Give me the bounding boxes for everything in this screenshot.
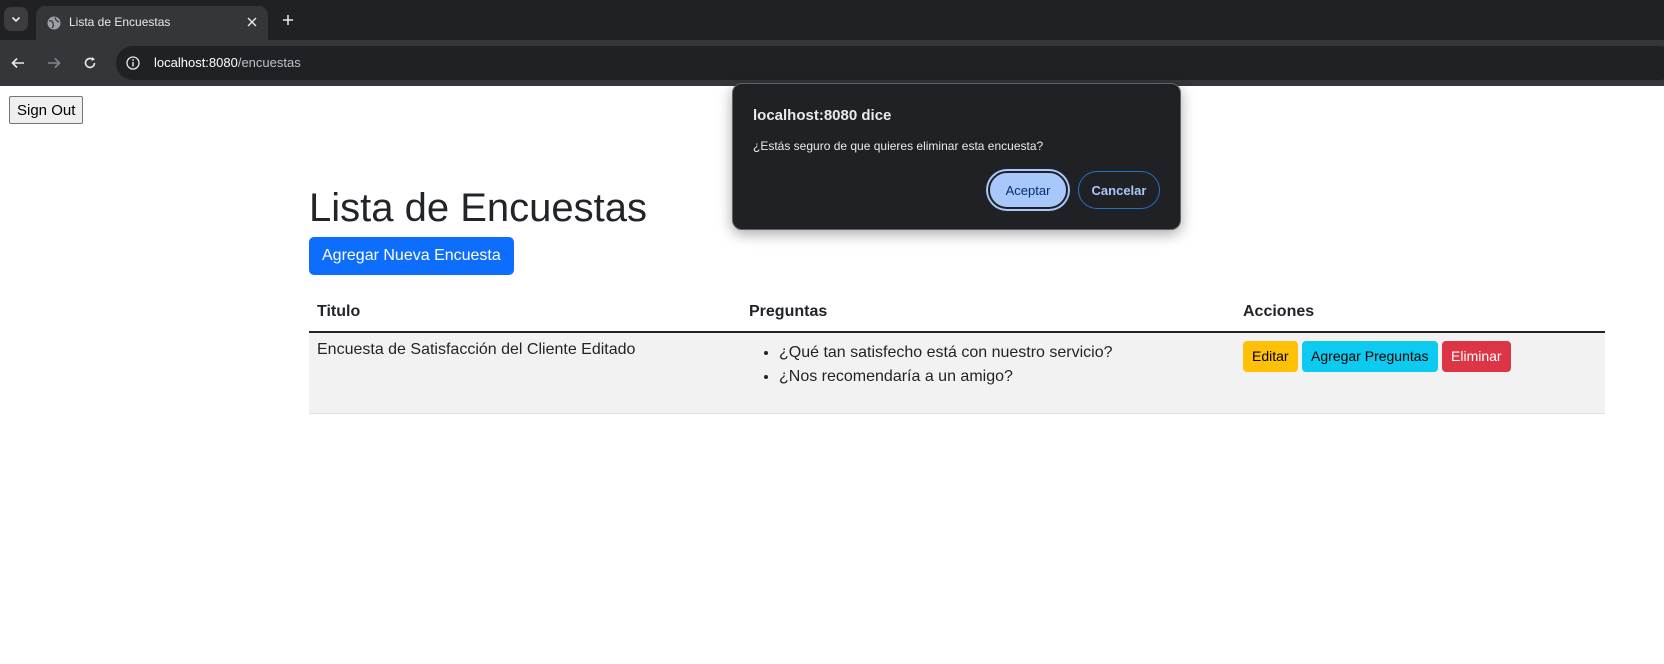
forward-button[interactable]	[43, 52, 65, 74]
survey-actions-cell: Editar Agregar Preguntas Eliminar	[1235, 332, 1605, 414]
browser-tab[interactable]: Lista de Encuestas	[36, 6, 268, 40]
table-row: Encuesta de Satisfacción del Cliente Edi…	[309, 332, 1605, 414]
address-bar[interactable]: localhost:8080/encuestas	[116, 46, 1664, 80]
new-tab-button[interactable]	[278, 10, 298, 30]
tab-close-button[interactable]	[243, 13, 261, 31]
back-button[interactable]	[7, 52, 29, 74]
url-text: localhost:8080/encuestas	[154, 55, 301, 70]
column-header-titulo: Titulo	[309, 292, 741, 333]
sign-out-button[interactable]: Sign Out	[9, 96, 84, 124]
browser-toolbar: localhost:8080/encuestas	[0, 40, 1664, 86]
reload-icon	[84, 57, 96, 69]
column-header-preguntas: Preguntas	[741, 292, 1235, 333]
chevron-down-icon	[11, 16, 21, 23]
question-item: ¿Nos recomendaría a un amigo?	[779, 365, 1227, 389]
edit-button[interactable]: Editar	[1243, 341, 1298, 372]
reload-button[interactable]	[79, 52, 101, 74]
close-icon	[247, 17, 257, 27]
site-info-icon[interactable]	[124, 54, 142, 72]
plus-icon	[283, 15, 293, 25]
add-survey-button[interactable]: Agregar Nueva Encuesta	[309, 237, 514, 275]
dialog-message: ¿Estás seguro de que quieres eliminar es…	[753, 139, 1044, 153]
globe-icon	[47, 16, 61, 30]
survey-questions-cell: ¿Qué tan satisfecho está con nuestro ser…	[741, 332, 1235, 414]
cancel-button[interactable]: Cancelar	[1078, 171, 1160, 209]
tab-title: Lista de Encuestas	[69, 15, 171, 29]
question-item: ¿Qué tan satisfecho está con nuestro ser…	[779, 341, 1227, 365]
add-questions-button[interactable]: Agregar Preguntas	[1302, 341, 1438, 372]
table-header-row: Titulo Preguntas Acciones	[309, 292, 1605, 333]
questions-list: ¿Qué tan satisfecho está con nuestro ser…	[749, 341, 1227, 389]
confirm-dialog: localhost:8080 dice ¿Estás seguro de que…	[732, 83, 1181, 230]
surveys-table: Titulo Preguntas Acciones Encuesta de Sa…	[309, 292, 1605, 414]
tab-search-button[interactable]	[4, 7, 28, 31]
delete-button[interactable]: Eliminar	[1442, 341, 1511, 372]
browser-tab-strip: Lista de Encuestas	[0, 0, 1664, 40]
arrow-right-icon	[48, 57, 61, 69]
dialog-title: localhost:8080 dice	[753, 107, 892, 124]
survey-title-cell: Encuesta de Satisfacción del Cliente Edi…	[309, 332, 741, 414]
column-header-acciones: Acciones	[1235, 292, 1605, 333]
info-circle-icon	[126, 56, 140, 70]
page-title: Lista de Encuestas	[309, 186, 647, 230]
arrow-left-icon	[11, 57, 24, 69]
accept-button[interactable]: Aceptar	[988, 171, 1068, 209]
